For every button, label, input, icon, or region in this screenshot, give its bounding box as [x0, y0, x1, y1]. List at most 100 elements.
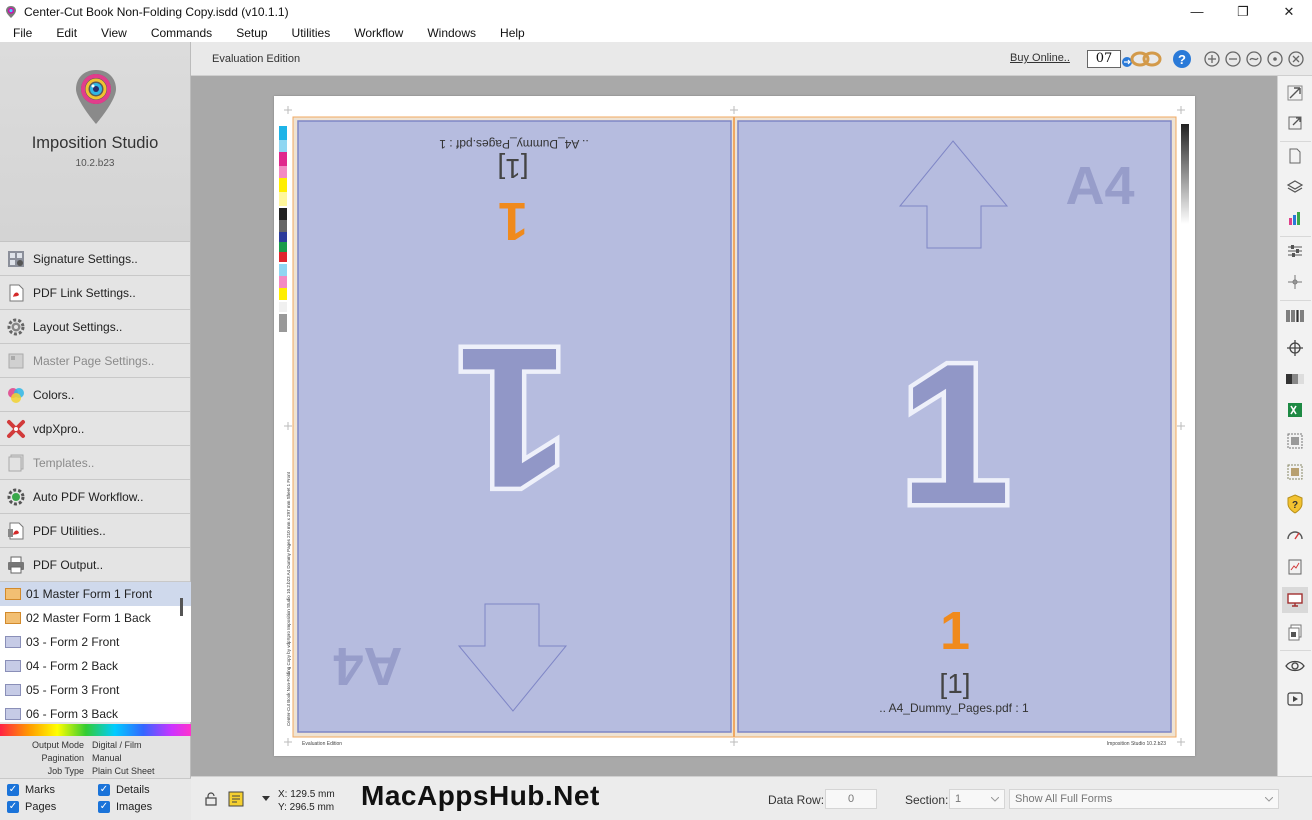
- section-select[interactable]: 1: [949, 789, 1005, 809]
- select-tool-button[interactable]: [1282, 80, 1308, 106]
- pages-checkbox[interactable]: ✓ Pages: [7, 801, 56, 813]
- menu-setup[interactable]: Setup: [224, 26, 279, 40]
- vdpxpro-label: vdpXpro..: [33, 421, 85, 436]
- right-toolbar: ?: [1277, 76, 1312, 820]
- colors-tool-button[interactable]: [1282, 205, 1308, 231]
- images-label: Images: [116, 801, 153, 813]
- list-item[interactable]: 03 - Form 2 Front: [0, 630, 191, 654]
- view-tool-button[interactable]: [1282, 653, 1308, 679]
- zoom-actual-icon[interactable]: [1267, 51, 1283, 67]
- menu-windows[interactable]: Windows: [415, 26, 488, 40]
- job-type-label: Job Type: [47, 765, 84, 776]
- svg-text:Imposition Studio 10.2.b23: Imposition Studio 10.2.b23: [1107, 741, 1166, 747]
- zoom-fit-icon[interactable]: [1246, 51, 1262, 67]
- pdf-compare-button[interactable]: [1282, 619, 1308, 645]
- signature-settings-button[interactable]: Signature Settings..: [0, 242, 190, 276]
- watermark-text: MacAppsHub.Net: [361, 780, 600, 811]
- data-row-input[interactable]: 0: [825, 789, 877, 809]
- page-icon: [1289, 148, 1301, 164]
- workflow-gear-icon: [5, 486, 27, 508]
- menu-file[interactable]: File: [0, 26, 44, 40]
- pdf-link-settings-button[interactable]: PDF Link Settings..: [0, 276, 190, 310]
- printer-icon: [5, 554, 27, 576]
- menu-commands[interactable]: Commands: [139, 26, 224, 40]
- pdf-output-button[interactable]: PDF Output..: [0, 548, 190, 582]
- forms-scrollbar[interactable]: [180, 598, 183, 616]
- master-page-settings-label: Master Page Settings..: [33, 353, 155, 368]
- zoom-out-icon[interactable]: [1225, 51, 1241, 67]
- section-value: 1: [955, 793, 962, 805]
- app-logo: [76, 70, 116, 124]
- colors-button[interactable]: Colors..: [0, 378, 190, 412]
- vdpxpro-button[interactable]: vdpXpro..: [0, 412, 190, 446]
- details-checkbox[interactable]: ✓ Details: [98, 784, 150, 796]
- preflight-tool-button[interactable]: ?: [1282, 491, 1308, 517]
- list-item[interactable]: 02 Master Form 1 Back: [0, 606, 191, 630]
- link-icon[interactable]: [1129, 50, 1163, 68]
- adjust-tool-button[interactable]: [1282, 238, 1308, 264]
- zoom-close-icon[interactable]: [1288, 51, 1304, 67]
- list-item[interactable]: 05 - Form 3 Front: [0, 678, 191, 702]
- menu-utilities[interactable]: Utilities: [280, 26, 343, 40]
- colors-label: Colors..: [33, 387, 75, 402]
- show-forms-select[interactable]: Show All Full Forms: [1009, 789, 1279, 809]
- check-icon: ✓: [7, 801, 19, 813]
- canvas-area[interactable]: A4 1 1 [1] .. A4_Dummy_Pages.pdf : 1 A4 …: [191, 76, 1277, 776]
- output-mode-label: Output Mode: [31, 739, 84, 750]
- master-page-settings-button[interactable]: Master Page Settings..: [0, 344, 190, 378]
- marks-tool-button[interactable]: [1282, 269, 1308, 295]
- signature-settings-label: Signature Settings..: [33, 251, 138, 266]
- menu-help[interactable]: Help: [488, 26, 537, 40]
- page-tool-button[interactable]: [1282, 143, 1308, 169]
- excel-tool-button[interactable]: [1282, 397, 1308, 423]
- marks-checkbox[interactable]: ✓ Marks: [7, 784, 55, 796]
- forms-list: 01 Master Form 1 Front 02 Master Form 1 …: [0, 582, 191, 722]
- minimize-button[interactable]: —: [1174, 0, 1220, 23]
- preview-screen-button[interactable]: [1282, 587, 1308, 613]
- barcode-tool-button[interactable]: [1282, 303, 1308, 329]
- list-item[interactable]: 01 Master Form 1 Front: [0, 582, 191, 606]
- color-chart-icon: [1289, 212, 1300, 225]
- pointer-icon: [1287, 85, 1303, 101]
- right-page-size: A4: [1065, 156, 1134, 216]
- densitometer-tool-button[interactable]: [1282, 366, 1308, 392]
- pagination-label: Pagination: [41, 752, 84, 763]
- display-options: ✓ Marks ✓ Details ✓ Pages ✓ Images: [0, 778, 191, 820]
- export-icon: [1288, 116, 1302, 130]
- help-icon[interactable]: ?: [1172, 49, 1192, 69]
- images-checkbox[interactable]: ✓ Images: [98, 801, 152, 813]
- close-button[interactable]: ✕: [1266, 0, 1312, 23]
- play-icon: [1287, 692, 1303, 706]
- templates-button[interactable]: Templates..: [0, 446, 190, 480]
- auto-pdf-workflow-button[interactable]: Auto PDF Workflow..: [0, 480, 190, 514]
- chevron-down-icon[interactable]: [262, 796, 270, 802]
- stamp-tool-button[interactable]: [1282, 459, 1308, 485]
- layers-tool-button[interactable]: [1282, 174, 1308, 200]
- menu-edit[interactable]: Edit: [44, 26, 89, 40]
- note-icon[interactable]: [228, 791, 244, 807]
- pdf-link-icon: [5, 282, 27, 304]
- export-tool-button[interactable]: [1282, 110, 1308, 136]
- list-item[interactable]: 04 - Form 2 Back: [0, 654, 191, 678]
- form-icon: [5, 660, 21, 672]
- y-coordinate: Y: 296.5 mm: [278, 802, 335, 813]
- zoom-in-icon[interactable]: [1204, 51, 1220, 67]
- list-item[interactable]: 06 - Form 3 Back: [0, 702, 191, 722]
- speed-tool-button[interactable]: [1282, 522, 1308, 548]
- lock-icon[interactable]: [205, 792, 217, 806]
- maximize-icon: ❐: [1237, 3, 1249, 19]
- report-tool-button[interactable]: [1282, 554, 1308, 580]
- grid-tool-button[interactable]: [1282, 428, 1308, 454]
- layout-settings-button[interactable]: Layout Settings..: [0, 310, 190, 344]
- pagination-value: Manual: [92, 752, 122, 763]
- maximize-button[interactable]: ❐: [1220, 0, 1266, 23]
- minimize-icon: —: [1190, 4, 1204, 19]
- menu-workflow[interactable]: Workflow: [342, 26, 415, 40]
- play-tool-button[interactable]: [1282, 686, 1308, 712]
- menu-view[interactable]: View: [89, 26, 139, 40]
- svg-text:1: 1: [457, 306, 568, 529]
- buy-online-link[interactable]: Buy Online..: [1010, 52, 1070, 64]
- registration-tool-button[interactable]: [1282, 335, 1308, 361]
- colors-icon: [5, 384, 27, 406]
- pdf-utilities-button[interactable]: PDF Utilities..: [0, 514, 190, 548]
